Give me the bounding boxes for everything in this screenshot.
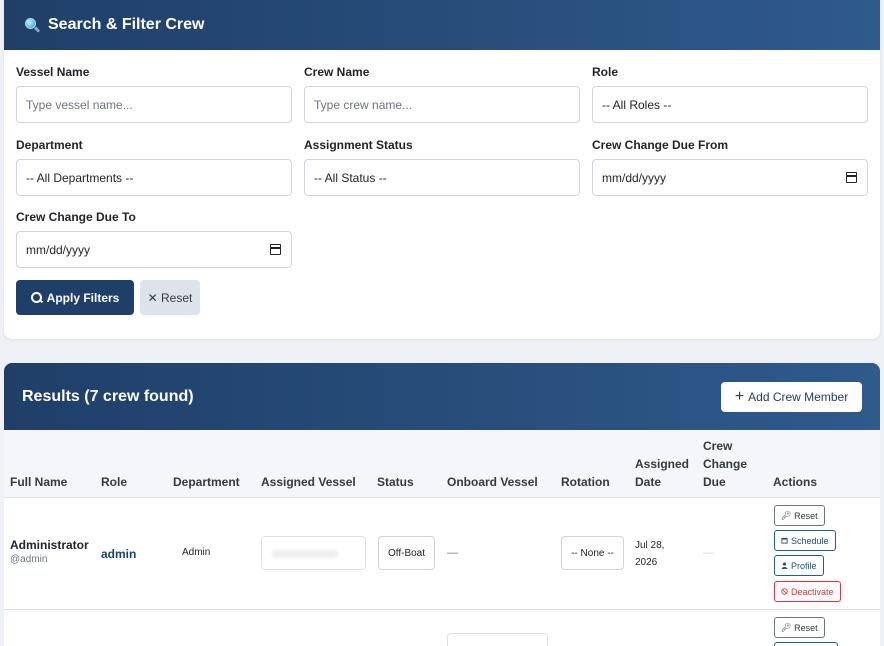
assigned-date: Jul 28, 2026 — [635, 537, 664, 571]
schedule-button[interactable] — [774, 642, 838, 646]
table-row: Administrator @admin admin Admin Off-Boa… — [4, 498, 880, 610]
onboard-vessel-value: — — [447, 547, 458, 559]
col-department[interactable]: Department — [173, 473, 240, 491]
reset-label: Reset — [794, 622, 818, 633]
col-onboard-vessel[interactable]: Onboard Vessel — [447, 473, 538, 491]
department-label: Department — [16, 138, 83, 152]
crew-name-input[interactable]: Type crew name... — [304, 86, 580, 123]
ban-icon — [781, 588, 788, 595]
user-icon — [781, 562, 788, 569]
apply-filters-label: Apply Filters — [46, 290, 120, 305]
col-rotation[interactable]: Rotation — [561, 473, 610, 491]
assigned-vessel-select[interactable] — [261, 536, 366, 570]
crew-change-due-value: — — [703, 547, 714, 559]
filter-panel: Search & Filter Crew Vessel Name Type ve… — [4, 0, 880, 339]
crew-change-due-from-label: Crew Change Due From — [592, 138, 729, 152]
table-row: 🔑︎ Reset — [4, 610, 880, 646]
crew-role-link[interactable]: admin — [101, 547, 136, 561]
crew-change-due-to-label: Crew Change Due To — [16, 210, 136, 224]
key-icon: 🔑︎ — [781, 623, 792, 632]
schedule-button[interactable]: Schedule — [774, 530, 836, 551]
role-label: Role — [592, 65, 619, 79]
status-badge: Off-Boat — [378, 536, 435, 570]
col-crew-change-due-line2: Change — [703, 457, 748, 471]
onboard-vessel-select[interactable] — [447, 633, 548, 646]
crew-full-name: Administrator — [10, 538, 89, 552]
filter-panel-header: Search & Filter Crew — [4, 0, 880, 50]
col-assigned-date-line2: Date — [635, 475, 662, 489]
table-header: Full Name Role Department Assigned Vesse… — [4, 430, 880, 498]
col-assigned-date-line1: Assigned — [635, 457, 690, 471]
calendar-icon[interactable] — [846, 172, 857, 183]
search-icon — [24, 17, 41, 33]
apply-filters-button[interactable]: Apply Filters — [16, 280, 134, 315]
assigned-date-line1: Jul 28, — [635, 540, 665, 551]
deactivate-label: Deactivate — [791, 586, 834, 597]
vessel-name-label: Vessel Name — [16, 65, 90, 79]
crew-username: @admin — [10, 554, 48, 565]
profile-label: Profile — [791, 560, 817, 571]
filter-panel-title: Search & Filter Crew — [48, 16, 205, 33]
department-select[interactable]: -- All Departments -- — [16, 159, 292, 196]
col-assigned-vessel[interactable]: Assigned Vessel — [261, 473, 356, 491]
add-crew-member-label: Add Crew Member — [748, 389, 849, 404]
calendar-icon[interactable] — [270, 244, 281, 255]
reset-password-button[interactable]: 🔑︎ Reset — [774, 617, 825, 638]
col-status[interactable]: Status — [377, 473, 414, 491]
col-assigned-date[interactable]: Assigned Date — [635, 455, 689, 491]
col-crew-change-due[interactable]: Crew Change Due — [703, 437, 747, 491]
plus-icon: + — [734, 387, 745, 405]
reset-password-button[interactable]: 🔑︎ Reset — [774, 505, 825, 526]
col-crew-change-due-line3: Due — [703, 475, 726, 489]
crew-change-due-to-input[interactable]: mm/dd/yyyy — [16, 231, 292, 268]
rotation-select[interactable]: -- None -- — [561, 536, 624, 570]
results-panel: Results (7 crew found) + Add Crew Member… — [4, 363, 880, 646]
search-icon — [30, 292, 42, 303]
add-crew-member-button[interactable]: + Add Crew Member — [721, 381, 862, 412]
results-header: Results (7 crew found) + Add Crew Member — [4, 363, 880, 430]
reset-label: Reset — [794, 510, 818, 521]
crew-change-due-from-input[interactable]: mm/dd/yyyy — [592, 159, 868, 196]
col-role[interactable]: Role — [101, 473, 127, 491]
role-select[interactable]: -- All Roles -- — [592, 86, 868, 123]
crew-change-due-from-value: mm/dd/yyyy — [602, 170, 667, 185]
col-crew-change-due-line1: Crew — [703, 439, 733, 453]
assignment-status-label: Assignment Status — [304, 138, 413, 152]
schedule-label: Schedule — [791, 535, 829, 546]
profile-button[interactable]: Profile — [774, 555, 824, 576]
crew-name-cell: Administrator @admin — [10, 538, 89, 565]
vessel-name-input[interactable]: Type vessel name... — [16, 86, 292, 123]
key-icon: 🔑︎ — [781, 511, 792, 520]
deactivate-button[interactable]: Deactivate — [774, 581, 841, 602]
col-actions: Actions — [773, 475, 818, 489]
col-full-name[interactable]: Full Name — [10, 473, 67, 491]
calendar-icon — [781, 537, 788, 544]
crew-department: Admin — [182, 547, 211, 558]
crew-change-due-to-value: mm/dd/yyyy — [26, 242, 91, 257]
crew-name-label: Crew Name — [304, 65, 370, 79]
assignment-status-select[interactable]: -- All Status -- — [304, 159, 580, 196]
results-title: Results (7 crew found) — [22, 387, 194, 405]
reset-button[interactable]: ✕ Reset — [140, 280, 200, 315]
assigned-date-line2: 2026 — [635, 557, 658, 568]
